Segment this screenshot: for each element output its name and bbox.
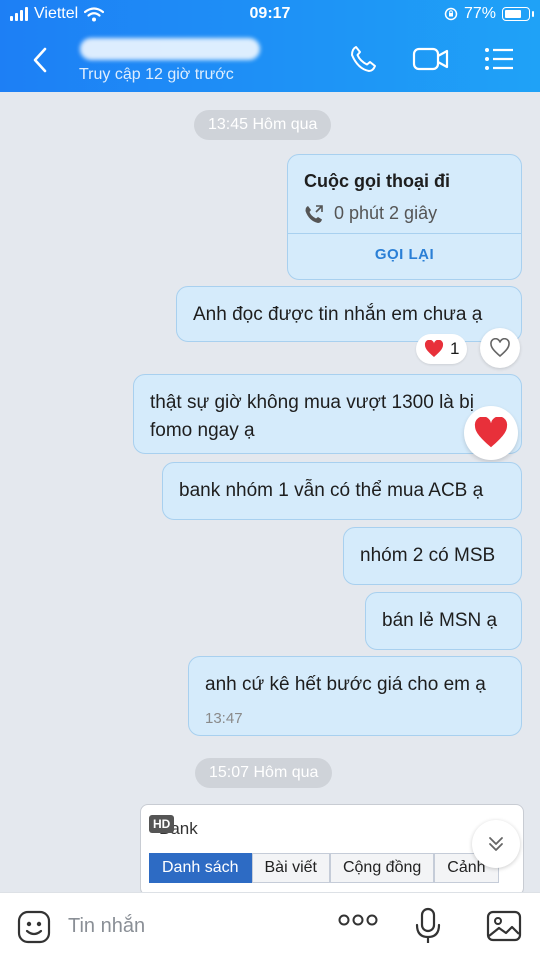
message-bubble[interactable]: anh cứ kê hết bước giá cho em ạ 13:47 — [188, 656, 522, 736]
message-timestamp: 13:47 — [205, 710, 243, 727]
more-options-icon[interactable] — [338, 913, 378, 927]
heart-icon — [474, 417, 508, 448]
image-tab: Bài viết — [251, 853, 330, 883]
date-separator: 13:45 Hôm qua — [194, 110, 332, 140]
heart-outline-icon — [490, 338, 510, 358]
message-input[interactable]: Tin nhắn — [68, 915, 145, 938]
message-text: Anh đọc được tin nhắn em chưa ạ — [193, 304, 483, 325]
sticker-emoji-icon[interactable] — [16, 909, 52, 945]
message-input-bar: Tin nhắn — [0, 892, 540, 961]
image-tab: Danh sách — [149, 853, 252, 883]
call-card[interactable]: Cuộc gọi thoại đi 0 phút 2 giây GỌI LẠI — [287, 154, 522, 280]
reaction-summary[interactable]: 1 — [416, 334, 468, 364]
header-actions — [348, 44, 514, 74]
chat-header: Viettel 09:17 77% Truy cập 12 giờ trước — [0, 0, 540, 92]
call-duration: 0 phút 2 giây — [334, 203, 438, 223]
rotation-lock-icon — [444, 7, 458, 21]
date-separator: 15:07 Hôm qua — [195, 758, 333, 788]
status-right: 77% — [444, 5, 534, 23]
chat-area[interactable]: 13:45 Hôm qua Cuộc gọi thoại đi 0 phút 2… — [0, 92, 540, 896]
hd-badge: HD — [149, 815, 175, 833]
react-button[interactable] — [480, 328, 520, 368]
phone-call-icon[interactable] — [348, 44, 378, 74]
image-gallery-icon[interactable] — [486, 909, 522, 943]
message-text: anh cứ kê hết bước giá cho em ạ — [205, 674, 486, 695]
list-menu-icon[interactable] — [484, 46, 514, 72]
last-seen-text: Truy cập 12 giờ trước — [79, 66, 234, 83]
microphone-icon[interactable] — [414, 907, 442, 945]
scroll-down-button[interactable] — [472, 820, 520, 868]
message-text: bán lẻ MSN ạ — [382, 610, 498, 631]
battery-icon — [502, 7, 534, 21]
message-text: bank nhóm 1 vẫn có thể mua ACB ạ — [179, 480, 484, 501]
video-call-icon[interactable] — [412, 45, 450, 73]
message-bubble[interactable]: bán lẻ MSN ạ — [365, 592, 522, 650]
contact-name-redacted[interactable] — [80, 38, 260, 60]
reaction-heart-badge[interactable] — [464, 406, 518, 460]
back-arrow-icon[interactable] — [32, 46, 48, 74]
call-title: Cuộc gọi thoại đi — [304, 171, 450, 191]
reaction-count: 1 — [450, 339, 460, 358]
message-bubble[interactable]: nhóm 2 có MSB — [343, 527, 522, 585]
image-tabs: Danh sách Bài viết Cộng đồng Cảnh — [149, 853, 499, 883]
message-bubble[interactable]: Anh đọc được tin nhắn em chưa ạ — [176, 286, 522, 342]
message-text: nhóm 2 có MSB — [360, 545, 496, 566]
outgoing-call-icon — [305, 204, 323, 223]
heart-icon — [424, 340, 444, 357]
double-chevron-down-icon — [489, 837, 503, 851]
image-message[interactable]: Bank HD Danh sách Bài viết Cộng đồng Cản… — [140, 804, 524, 896]
image-tab: Cộng đồng — [329, 853, 435, 883]
battery-percent: 77% — [463, 5, 496, 22]
message-bubble[interactable]: thật sự giờ không mua vượt 1300 là bị fo… — [133, 374, 522, 454]
message-text: thật sự giờ không mua vượt 1300 là bị fo… — [150, 392, 474, 441]
callback-button[interactable]: GỌI LẠI — [288, 233, 521, 277]
status-bar: Viettel 09:17 77% — [0, 0, 540, 30]
call-duration-row: 0 phút 2 giây — [304, 203, 437, 224]
message-bubble[interactable]: bank nhóm 1 vẫn có thể mua ACB ạ — [162, 462, 522, 520]
